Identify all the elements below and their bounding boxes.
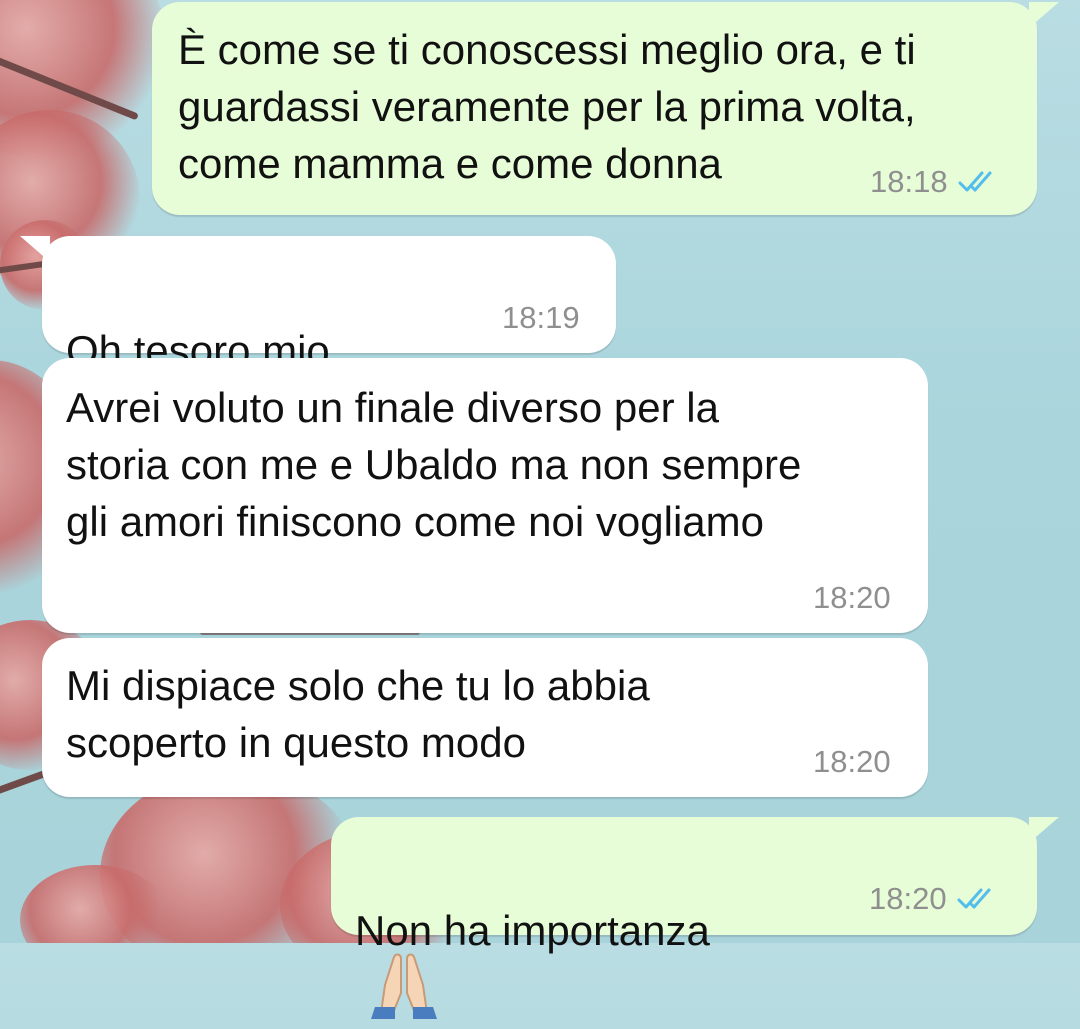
message-meta: 18:18 (870, 164, 1002, 200)
message-bubble-incoming[interactable]: Avrei voluto un finale diverso per la st… (42, 358, 928, 633)
message-meta: 18:20 (813, 744, 891, 780)
message-meta: 18:19 (502, 300, 580, 336)
message-time: 18:19 (502, 300, 580, 335)
message-time: 18:20 (869, 881, 947, 916)
message-bubble-outgoing[interactable]: Non ha importanza 18:20 (331, 817, 1059, 1019)
message-text: Avrei voluto un finale diverso per la st… (66, 384, 802, 545)
message-text-content: Non ha importanza (355, 907, 710, 954)
message-time: 18:20 (813, 744, 891, 779)
message-text: Mi dispiace solo che tu lo abbia scopert… (66, 662, 650, 766)
double-check-read-icon (957, 888, 991, 909)
message-text: È come se ti conoscessi meglio ora, e ti… (178, 26, 916, 187)
praying-hands-icon (371, 953, 437, 1019)
message-time: 18:18 (870, 164, 948, 199)
message-bubble-outgoing[interactable]: È come se ti conoscessi meglio ora, e ti… (152, 2, 1059, 215)
message-bubble-incoming[interactable]: Mi dispiace solo che tu lo abbia scopert… (42, 638, 928, 797)
message-bubble-incoming[interactable]: Oh tesoro mio 18:19 (20, 236, 616, 436)
message-text: Non ha importanza (355, 845, 710, 1029)
double-check-read-icon (958, 171, 992, 192)
message-meta: 18:20 (869, 881, 1001, 917)
message-meta: 18:20 (813, 580, 891, 616)
message-time: 18:20 (813, 580, 891, 615)
